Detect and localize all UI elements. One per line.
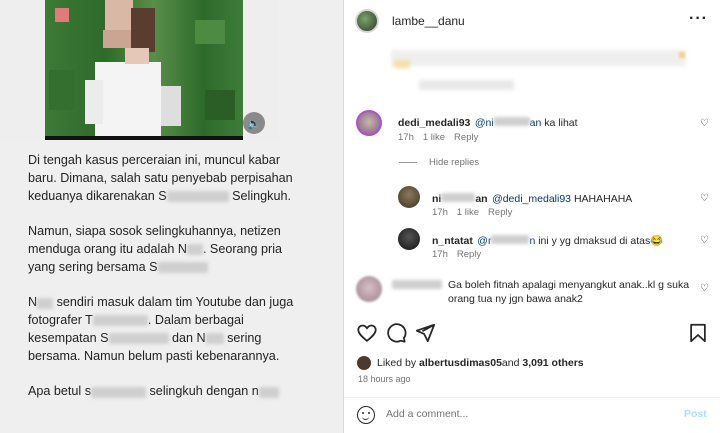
add-comment-input[interactable] [386,408,666,420]
article-text: Di tengah kasus perceraian ini, muncul k… [28,152,298,419]
comment-likes[interactable]: 1 like [423,132,445,143]
comment-meta: 17h 1 like Reply [432,207,521,218]
redacted-text [37,297,54,309]
comment-username[interactable]: n_ntatat [432,235,473,247]
comment-body: ni an @dedi_medali93 HAHAHAHA [432,193,633,205]
redacted-text [493,117,530,127]
redacted-username [392,280,442,289]
avatar[interactable] [356,110,382,136]
comment-mention[interactable]: @r [477,235,491,247]
heart-icon[interactable]: ♡ [700,283,709,294]
caption-emoji-redacted [679,52,685,58]
comment-body: n_ntatat @r n ini y yg dmaksud di atas😂 [432,235,664,247]
avatar[interactable] [355,9,379,33]
speaker-icon[interactable]: 🔈 [243,112,265,134]
heart-icon[interactable] [356,322,378,344]
post-time: 18 hours ago [358,374,411,384]
instagram-post-panel: lambe__danu ··· dedi_medali93 @ni an ka l… [343,0,720,433]
liked-by-user[interactable]: albertusdimas05 [419,357,502,369]
bookmark-icon[interactable] [687,322,709,344]
post-actions [344,322,720,350]
image-bottom-bar [45,136,243,140]
comment-text: ka lihat [541,117,578,129]
article-paragraph-3: N sendiri masuk dalam tim Youtube dan ju… [28,295,294,363]
avatar[interactable] [356,276,382,302]
share-icon[interactable] [414,322,436,344]
article-image: 🔈 [0,0,278,140]
comment-time: 17h [432,207,448,218]
redacted-text [258,386,279,398]
comment-username[interactable]: dedi_medali93 [398,117,470,129]
post-button[interactable]: Post [684,408,707,420]
article-paragraph-4: Apa betul s selingkuh dengan n [28,383,298,401]
article-paragraph-2: Namun, siapa sosok selingkuhannya, netiz… [28,224,283,274]
redacted-text [92,315,148,327]
redacted-text [166,190,229,202]
divider [399,162,417,163]
reply-button[interactable]: Reply [488,207,512,218]
pixelated-photo [45,0,243,140]
comment-text: ini y yg dmaksud di atas😂 [535,235,664,247]
comment-text: HAHAHAHA [571,193,633,205]
article-paragraph-1: Di tengah kasus perceraian ini, muncul k… [28,153,293,203]
heart-icon[interactable]: ♡ [700,235,709,246]
caption-redacted [391,50,686,66]
comment-mention[interactable]: @ni [475,117,494,129]
comment-time: 17h [432,249,448,260]
post-username[interactable]: lambe__danu [392,14,465,28]
reply-button[interactable]: Reply [457,249,481,260]
article-panel: 🔈 Di tengah kasus perceraian ini, muncul… [0,0,343,433]
comment-mention[interactable]: @dedi_medali93 [492,193,571,205]
reply-button[interactable]: Reply [454,132,478,143]
likes-count[interactable]: 3,091 others [522,357,583,369]
caption-emoji-redacted [394,60,410,68]
comment-likes[interactable]: 1 like [457,207,479,218]
hide-replies-button[interactable]: Hide replies [399,157,479,168]
add-comment-bar: Post [344,397,720,433]
redacted-text [157,261,208,273]
redacted-text [91,386,147,398]
redacted-text [108,333,169,345]
avatar[interactable] [357,356,371,370]
post-header: lambe__danu ··· [344,0,720,42]
comment-meta: 17h 1 like Reply [398,132,487,143]
comment-username[interactable]: ni [432,193,441,205]
redacted-text [186,244,203,256]
screenshot-frame: 🔈 Di tengah kasus perceraian ini, muncul… [0,0,720,433]
comment-body: dedi_medali93 @ni an ka lihat [398,117,578,129]
comment-text: Ga boleh fitnah apalagi menyangkut anak.… [448,279,690,305]
avatar[interactable] [398,186,420,208]
comment-icon[interactable] [385,322,407,344]
likes-summary: Liked by albertusdimas05 and 3,091 other… [357,356,584,370]
comment-time: 17h [398,132,414,143]
emoji-icon[interactable] [357,406,375,424]
comment-meta: 17h Reply [432,249,490,260]
redacted-text [491,235,530,245]
heart-icon[interactable]: ♡ [700,193,709,204]
heart-icon[interactable]: ♡ [700,118,709,129]
redacted-text [205,333,224,345]
caption-meta-redacted [419,80,514,90]
more-horizontal-icon[interactable]: ··· [689,10,708,28]
avatar[interactable] [398,228,420,250]
redacted-text [441,193,476,203]
